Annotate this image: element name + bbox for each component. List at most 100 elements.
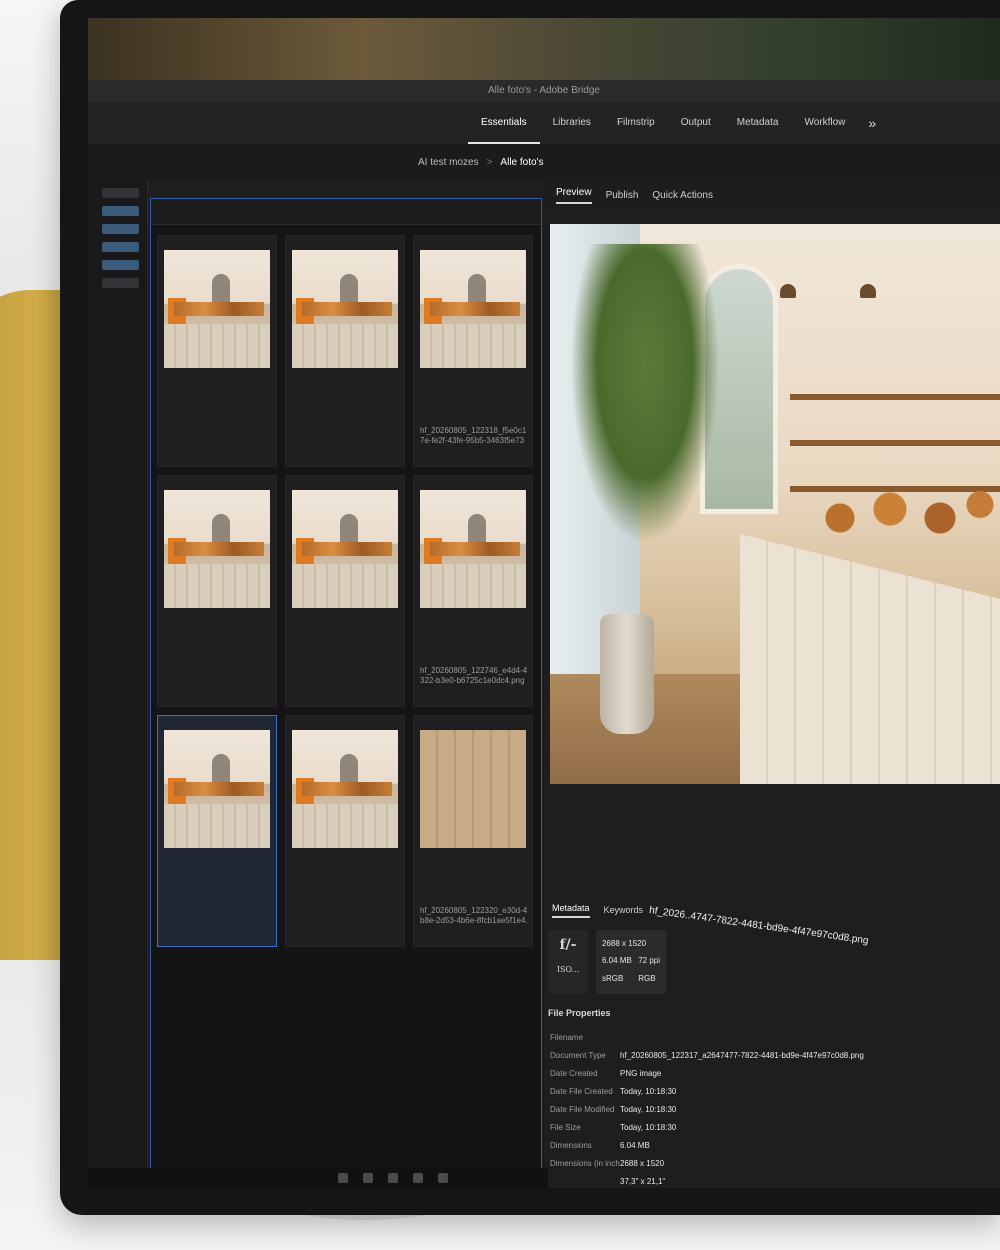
metadata-value: 37,3" x 21,1" (620, 1176, 666, 1186)
thumbnail-cell[interactable] (157, 475, 277, 707)
metadata-row: Date File Created Today, 10:18:30 (550, 1082, 990, 1100)
taskbar-icon[interactable] (413, 1173, 423, 1183)
metadata-row: Filename (550, 1028, 990, 1046)
breadcrumb-item[interactable]: AI test mozes (418, 157, 479, 168)
tab-metadata[interactable]: Metadata (724, 102, 792, 144)
breadcrumb-current[interactable]: Alle foto's (500, 157, 543, 168)
metadata-value: PNG image (620, 1068, 662, 1078)
metadata-value: Today, 10:18:30 (620, 1104, 677, 1114)
summary-color-mode: RGB (638, 973, 656, 983)
metadata-key: Dimensions (550, 1140, 592, 1150)
metadata-row: Dimensions 6.04 MB (550, 1136, 990, 1154)
lamp-icon (780, 284, 796, 298)
thumbnail-filename (164, 426, 272, 446)
thumbnail-image[interactable] (164, 250, 270, 368)
thumbnail-image[interactable] (420, 490, 526, 608)
metadata-key: Date Created (550, 1068, 598, 1078)
thumbnail-grid: hf_20260805_122318_f5e0c17e-fe2f-43fe-95… (151, 225, 541, 957)
summary-color-profile: sRGB (602, 973, 624, 983)
metadata-key: File Size (550, 1122, 581, 1132)
preview-plant (570, 244, 720, 544)
workspace-bar: Essentials Libraries Filmstrip Output Me… (88, 102, 1000, 144)
preview-bread (800, 464, 1000, 554)
thumbnail-filename (292, 906, 400, 926)
thumbnail-image[interactable] (420, 730, 526, 848)
thumbnail-cell[interactable] (285, 475, 405, 707)
summary-ppi: 72 ppi (638, 956, 660, 966)
thumbnail-filename: hf_20260805_122746_e4d4-4322-b3e0-b6725c… (420, 666, 528, 685)
summary-dimensions: 2688 x 1520 (602, 939, 647, 948)
metadata-key: Date File Modified (550, 1104, 615, 1114)
taskbar-icon[interactable] (388, 1173, 398, 1183)
thumbnail-cell[interactable] (157, 235, 277, 467)
metadata-key: Document Type (550, 1050, 606, 1060)
metadata-row: Dimensions (in inches) 2688 x 1520 (550, 1154, 990, 1172)
metadata-row: File Size Today, 10:18:30 (550, 1118, 990, 1136)
content-header (151, 199, 541, 225)
metadata-row: 37,3" x 21,1" (550, 1172, 990, 1188)
thumbnail-cell[interactable] (285, 715, 405, 947)
folder-item[interactable] (102, 278, 139, 288)
thumbnail-cell[interactable]: hf_20260805_122746_e4d4-4322-b3e0-b6725c… (413, 475, 533, 707)
thumbnail-image[interactable] (292, 490, 398, 608)
metadata-row: Document Type hf_20260805_122317_a264747… (550, 1046, 990, 1064)
thumbnail-cell-selected[interactable] (157, 715, 277, 947)
folder-item[interactable] (102, 188, 139, 198)
thumbnail-image[interactable] (292, 250, 398, 368)
metadata-key: Dimensions (in inches) (550, 1158, 620, 1168)
breadcrumb-separator: > (486, 156, 493, 168)
thumbnail-image[interactable] (164, 730, 270, 848)
thumbnail-filename (164, 906, 272, 926)
content-panel: hf_20260805_122318_f5e0c17e-fe2f-43fe-95… (150, 198, 542, 1188)
preview-pot (600, 614, 654, 734)
tab-quick-actions[interactable]: Quick Actions (652, 190, 713, 201)
breadcrumb: AI test mozes > Alle foto's (88, 144, 1000, 180)
metadata-value: Today, 10:18:30 (620, 1122, 677, 1132)
preview-image[interactable] (550, 224, 1000, 784)
tab-workflow[interactable]: Workflow (791, 102, 858, 144)
thumbnail-filename (164, 666, 272, 686)
tab-output[interactable]: Output (668, 102, 724, 144)
folder-item[interactable] (102, 206, 139, 216)
metadata-icon-text: f/- (559, 937, 577, 953)
taskbar-icon[interactable] (338, 1173, 348, 1183)
thumbnail-filename: hf_20260805_122320_e30d-4b8e-2d53-4b6e-8… (420, 906, 528, 925)
thumbnail-cell[interactable]: hf_20260805_122318_f5e0c17e-fe2f-43fe-95… (413, 235, 533, 467)
tab-keywords[interactable]: Keywords (604, 905, 644, 915)
taskbar-icon[interactable] (438, 1173, 448, 1183)
folder-item[interactable] (102, 242, 139, 252)
tab-essentials[interactable]: Essentials (468, 102, 540, 144)
thumbnail-filename: hf_20260805_122318_f5e0c17e-fe2f-43fe-95… (420, 426, 527, 445)
tab-metadata-panel[interactable]: Metadata (552, 903, 590, 918)
tab-filmstrip[interactable]: Filmstrip (604, 102, 668, 144)
metadata-row: Date File Modified Today, 10:18:30 (550, 1100, 990, 1118)
thumbnail-filename (292, 426, 400, 446)
file-properties-heading[interactable]: File Properties (548, 1008, 611, 1018)
metadata-value: 6.04 MB (620, 1140, 650, 1150)
lamp-icon (860, 284, 876, 298)
tab-publish[interactable]: Publish (606, 190, 639, 201)
taskbar-icon[interactable] (363, 1173, 373, 1183)
tab-preview[interactable]: Preview (556, 187, 592, 204)
iso-value: ISO... (556, 965, 580, 974)
folder-item[interactable] (102, 224, 139, 234)
metadata-value: 2688 x 1520 (620, 1158, 665, 1168)
metadata-summary: f/- ISO... 2688 x 1520 6.04 MB 72 ppi sR… (548, 930, 688, 1000)
favorites-folders-panel (88, 180, 148, 1188)
metadata-value: Today, 10:18:30 (620, 1086, 677, 1096)
folder-item[interactable] (102, 260, 139, 270)
metadata-key: Filename (550, 1032, 583, 1042)
file-summary-box: 2688 x 1520 6.04 MB 72 ppi sRGB RGB (596, 930, 666, 994)
more-workspaces-icon[interactable]: » (858, 102, 886, 144)
metadata-row: Date Created PNG image (550, 1064, 990, 1082)
thumbnail-cell[interactable] (285, 235, 405, 467)
thumbnail-cell[interactable]: hf_20260805_122320_e30d-4b8e-2d53-4b6e-8… (413, 715, 533, 947)
thumbnail-filename (292, 666, 400, 686)
thumbnail-image[interactable] (164, 490, 270, 608)
preview-counter (740, 534, 1000, 784)
thumbnail-image[interactable] (292, 730, 398, 848)
preview-panel-tabs: Preview Publish Quick Actions (544, 180, 1000, 210)
tab-libraries[interactable]: Libraries (540, 102, 604, 144)
thumbnail-image[interactable] (420, 250, 526, 368)
aperture-icon: f/- ISO... (548, 930, 588, 994)
